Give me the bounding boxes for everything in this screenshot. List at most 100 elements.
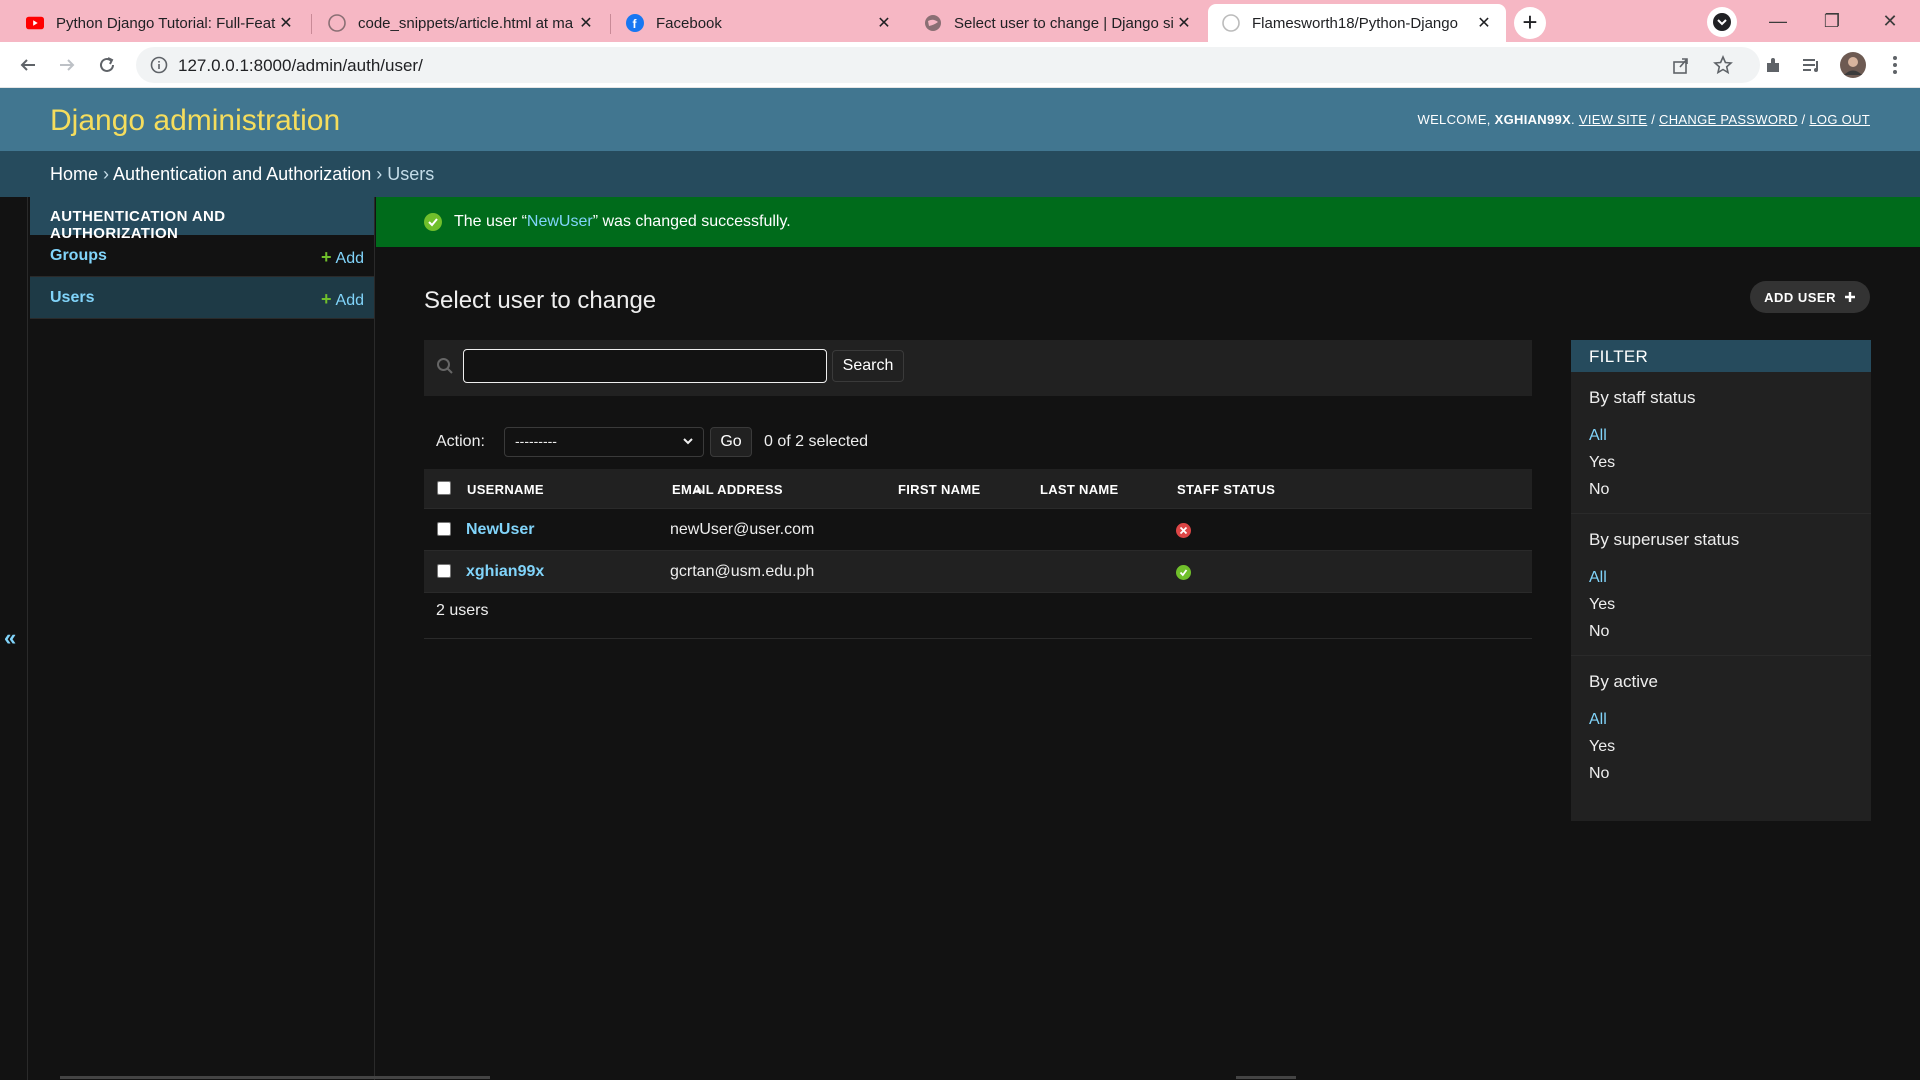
filter-option-all[interactable]: All xyxy=(1589,422,1853,449)
filter-group-active: By active All Yes No xyxy=(1571,656,1871,797)
log-out-link[interactable]: LOG OUT xyxy=(1809,112,1870,127)
paginator: 2 users xyxy=(424,587,1532,639)
filter-option-all[interactable]: All xyxy=(1589,706,1853,733)
tab-divider xyxy=(311,14,312,34)
browser-tab-django-active[interactable]: Select user to change | Django si ✕ xyxy=(910,4,1206,42)
close-tab-icon[interactable]: ✕ xyxy=(874,13,894,33)
go-button[interactable]: Go xyxy=(710,427,752,457)
filter-option-yes[interactable]: Yes xyxy=(1589,733,1853,760)
message-suffix: ” was changed successfully. xyxy=(592,213,791,230)
minimize-window-button[interactable]: — xyxy=(1758,8,1798,34)
restore-window-button[interactable]: ❐ xyxy=(1812,8,1852,34)
plus-icon: + xyxy=(321,247,332,267)
table-row: NewUser newUser@user.com xyxy=(424,509,1532,551)
admin-header: Django administration WELCOME, XGHIAN99X… xyxy=(0,88,1920,151)
row-checkbox[interactable] xyxy=(437,522,451,536)
browser-tab-facebook[interactable]: f Facebook ✕ xyxy=(612,4,906,42)
filter-option-all[interactable]: All xyxy=(1589,564,1853,591)
tab-title: Python Django Tutorial: Full-Feat xyxy=(56,14,276,32)
chevron-down-icon xyxy=(683,438,693,445)
tab-search-button[interactable] xyxy=(1707,7,1737,37)
username-link[interactable]: xghian99x xyxy=(466,563,544,581)
action-selected-value: --------- xyxy=(515,433,557,449)
filter-option-no[interactable]: No xyxy=(1589,618,1853,645)
share-icon[interactable] xyxy=(1670,54,1692,76)
action-select[interactable]: --------- xyxy=(504,427,704,457)
site-branding[interactable]: Django administration xyxy=(50,104,340,138)
search-input[interactable] xyxy=(463,349,827,383)
username-link[interactable]: NewUser xyxy=(466,521,534,539)
table-header: USERNAME EMAIL ADDRESS FIRST NAME LAST N… xyxy=(424,469,1532,509)
new-tab-button[interactable]: + xyxy=(1514,7,1546,39)
filter-group-title: By staff status xyxy=(1589,388,1696,407)
arrow-right-icon xyxy=(60,59,75,71)
add-user-button[interactable]: ADD USER xyxy=(1750,281,1870,313)
search-icon xyxy=(436,357,454,380)
message-prefix: The user “ xyxy=(454,213,527,230)
select-all-checkbox[interactable] xyxy=(437,481,451,495)
browser-tab-github-snippets[interactable]: code_snippets/article.html at ma ✕ xyxy=(314,4,608,42)
arrow-left-icon xyxy=(20,59,35,71)
column-header-email[interactable]: EMAIL ADDRESS xyxy=(672,482,783,497)
changelist-search: Search xyxy=(424,340,1532,396)
profile-avatar[interactable] xyxy=(1840,52,1866,78)
close-window-button[interactable]: ✕ xyxy=(1870,8,1910,34)
add-label: Add xyxy=(335,250,364,267)
tab-title: code_snippets/article.html at ma xyxy=(358,14,574,32)
url-text[interactable]: 127.0.0.1:8000/admin/auth/user/ xyxy=(178,56,423,76)
globe-icon xyxy=(924,14,942,32)
username: XGHIAN99X xyxy=(1494,112,1572,127)
change-password-link[interactable]: CHANGE PASSWORD xyxy=(1659,112,1798,127)
add-user-link[interactable]: + Add xyxy=(321,289,364,310)
user-tools: WELCOME, XGHIAN99X. VIEW SITE / CHANGE P… xyxy=(1417,112,1870,127)
sidebar-item-label[interactable]: Groups xyxy=(50,247,107,265)
filter-option-yes[interactable]: Yes xyxy=(1589,591,1853,618)
filter-option-no[interactable]: No xyxy=(1589,760,1853,787)
reading-list-icon[interactable] xyxy=(1800,54,1822,76)
add-label: Add xyxy=(335,292,364,309)
tab-title: Flamesworth18/Python-Django xyxy=(1252,14,1458,32)
selection-counter: 0 of 2 selected xyxy=(764,433,869,450)
horizontal-scrollbar-thumb[interactable] xyxy=(1236,1076,1296,1079)
breadcrumb-current: Users xyxy=(387,164,435,184)
column-header-last-name[interactable]: LAST NAME xyxy=(1040,482,1119,497)
filter-option-no[interactable]: No xyxy=(1589,476,1853,503)
breadcrumb-app[interactable]: Authentication and Authorization xyxy=(113,164,371,184)
back-button[interactable] xyxy=(14,51,42,79)
column-header-first-name[interactable]: FIRST NAME xyxy=(898,482,980,497)
message-user-link[interactable]: NewUser xyxy=(527,213,593,231)
sidebar-item-label[interactable]: Users xyxy=(50,289,94,307)
nav-sidebar: AUTHENTICATION AND AUTHORIZATION Groups … xyxy=(29,197,375,1080)
horizontal-scrollbar[interactable] xyxy=(60,1076,490,1079)
star-icon[interactable] xyxy=(1712,54,1734,76)
browser-tab-youtube[interactable]: Python Django Tutorial: Full-Feat ✕ xyxy=(12,4,308,42)
close-tab-icon[interactable]: ✕ xyxy=(576,13,596,33)
filter-title: FILTER xyxy=(1571,340,1871,372)
search-button[interactable]: Search xyxy=(832,350,904,382)
add-group-link[interactable]: + Add xyxy=(321,247,364,268)
reload-button[interactable] xyxy=(93,51,121,79)
close-tab-icon[interactable]: ✕ xyxy=(1474,13,1494,33)
column-header-staff-status[interactable]: STAFF STATUS xyxy=(1177,482,1275,497)
close-tab-icon[interactable]: ✕ xyxy=(1174,13,1194,33)
filter-option-yes[interactable]: Yes xyxy=(1589,449,1853,476)
row-checkbox[interactable] xyxy=(437,564,451,578)
address-bar[interactable]: 127.0.0.1:8000/admin/auth/user/ xyxy=(136,47,1760,83)
view-site-link[interactable]: VIEW SITE xyxy=(1579,112,1647,127)
kebab-menu-icon[interactable] xyxy=(1884,54,1906,76)
close-tab-icon[interactable]: ✕ xyxy=(276,13,296,33)
toggle-nav-sidebar-button[interactable]: « xyxy=(4,625,16,651)
module-caption[interactable]: AUTHENTICATION AND AUTHORIZATION xyxy=(30,197,374,242)
breadcrumb-home[interactable]: Home xyxy=(50,164,98,184)
browser-tab-github-repo[interactable]: Flamesworth18/Python-Django ✕ xyxy=(1208,4,1506,42)
success-icon xyxy=(424,213,442,231)
forward-button[interactable] xyxy=(53,51,81,79)
breadcrumb-separator: › xyxy=(376,164,383,184)
info-icon[interactable] xyxy=(150,56,168,79)
success-message: The user “NewUser” was changed successfu… xyxy=(376,197,1920,247)
column-header-username[interactable]: USERNAME xyxy=(467,482,544,497)
extensions-icon[interactable] xyxy=(1762,54,1784,76)
email-cell: newUser@user.com xyxy=(670,521,815,538)
reload-icon xyxy=(100,57,114,72)
youtube-icon xyxy=(26,14,44,32)
